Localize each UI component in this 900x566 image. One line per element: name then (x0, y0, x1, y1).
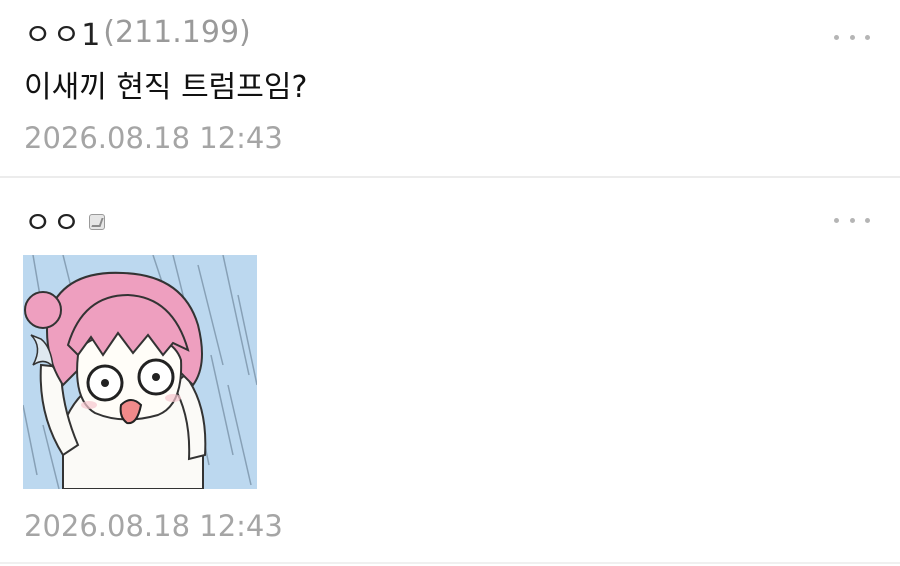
author-nickname[interactable]: ㅇㅇ (24, 198, 81, 242)
comment-item: ㅇㅇ1 (211.199) 이새끼 현직 트럼프임? 2026.08.18 12… (0, 0, 900, 176)
comment-timestamp: 2026.08.18 12:43 (24, 121, 283, 155)
emoticon-image[interactable] (23, 255, 257, 489)
more-options-icon (834, 34, 839, 40)
more-dot (865, 217, 870, 223)
author-ip: (211.199) (103, 14, 251, 50)
author-nickname[interactable]: ㅇㅇ1 (24, 10, 101, 54)
more-options-icon (834, 217, 839, 223)
comment-author[interactable]: ㅇㅇ1 (211.199) (24, 10, 251, 54)
more-dot (865, 34, 870, 40)
anime-girl-in-rain-emoticon (23, 255, 257, 489)
more-dot (849, 217, 855, 223)
comment-author[interactable]: ㅇㅇ (24, 198, 106, 242)
comment-text: 이새끼 현직 트럼프임? (24, 70, 308, 105)
fixed-nick-icon (89, 214, 106, 230)
comment-timestamp: 2026.08.18 12:43 (24, 509, 283, 543)
comment-divider (0, 562, 900, 564)
more-options-button[interactable] (834, 27, 870, 47)
more-options-button[interactable] (834, 210, 870, 230)
comment-item: ㅇㅇ 2026.08.18 12:43 (0, 178, 900, 566)
more-dot (849, 34, 855, 40)
